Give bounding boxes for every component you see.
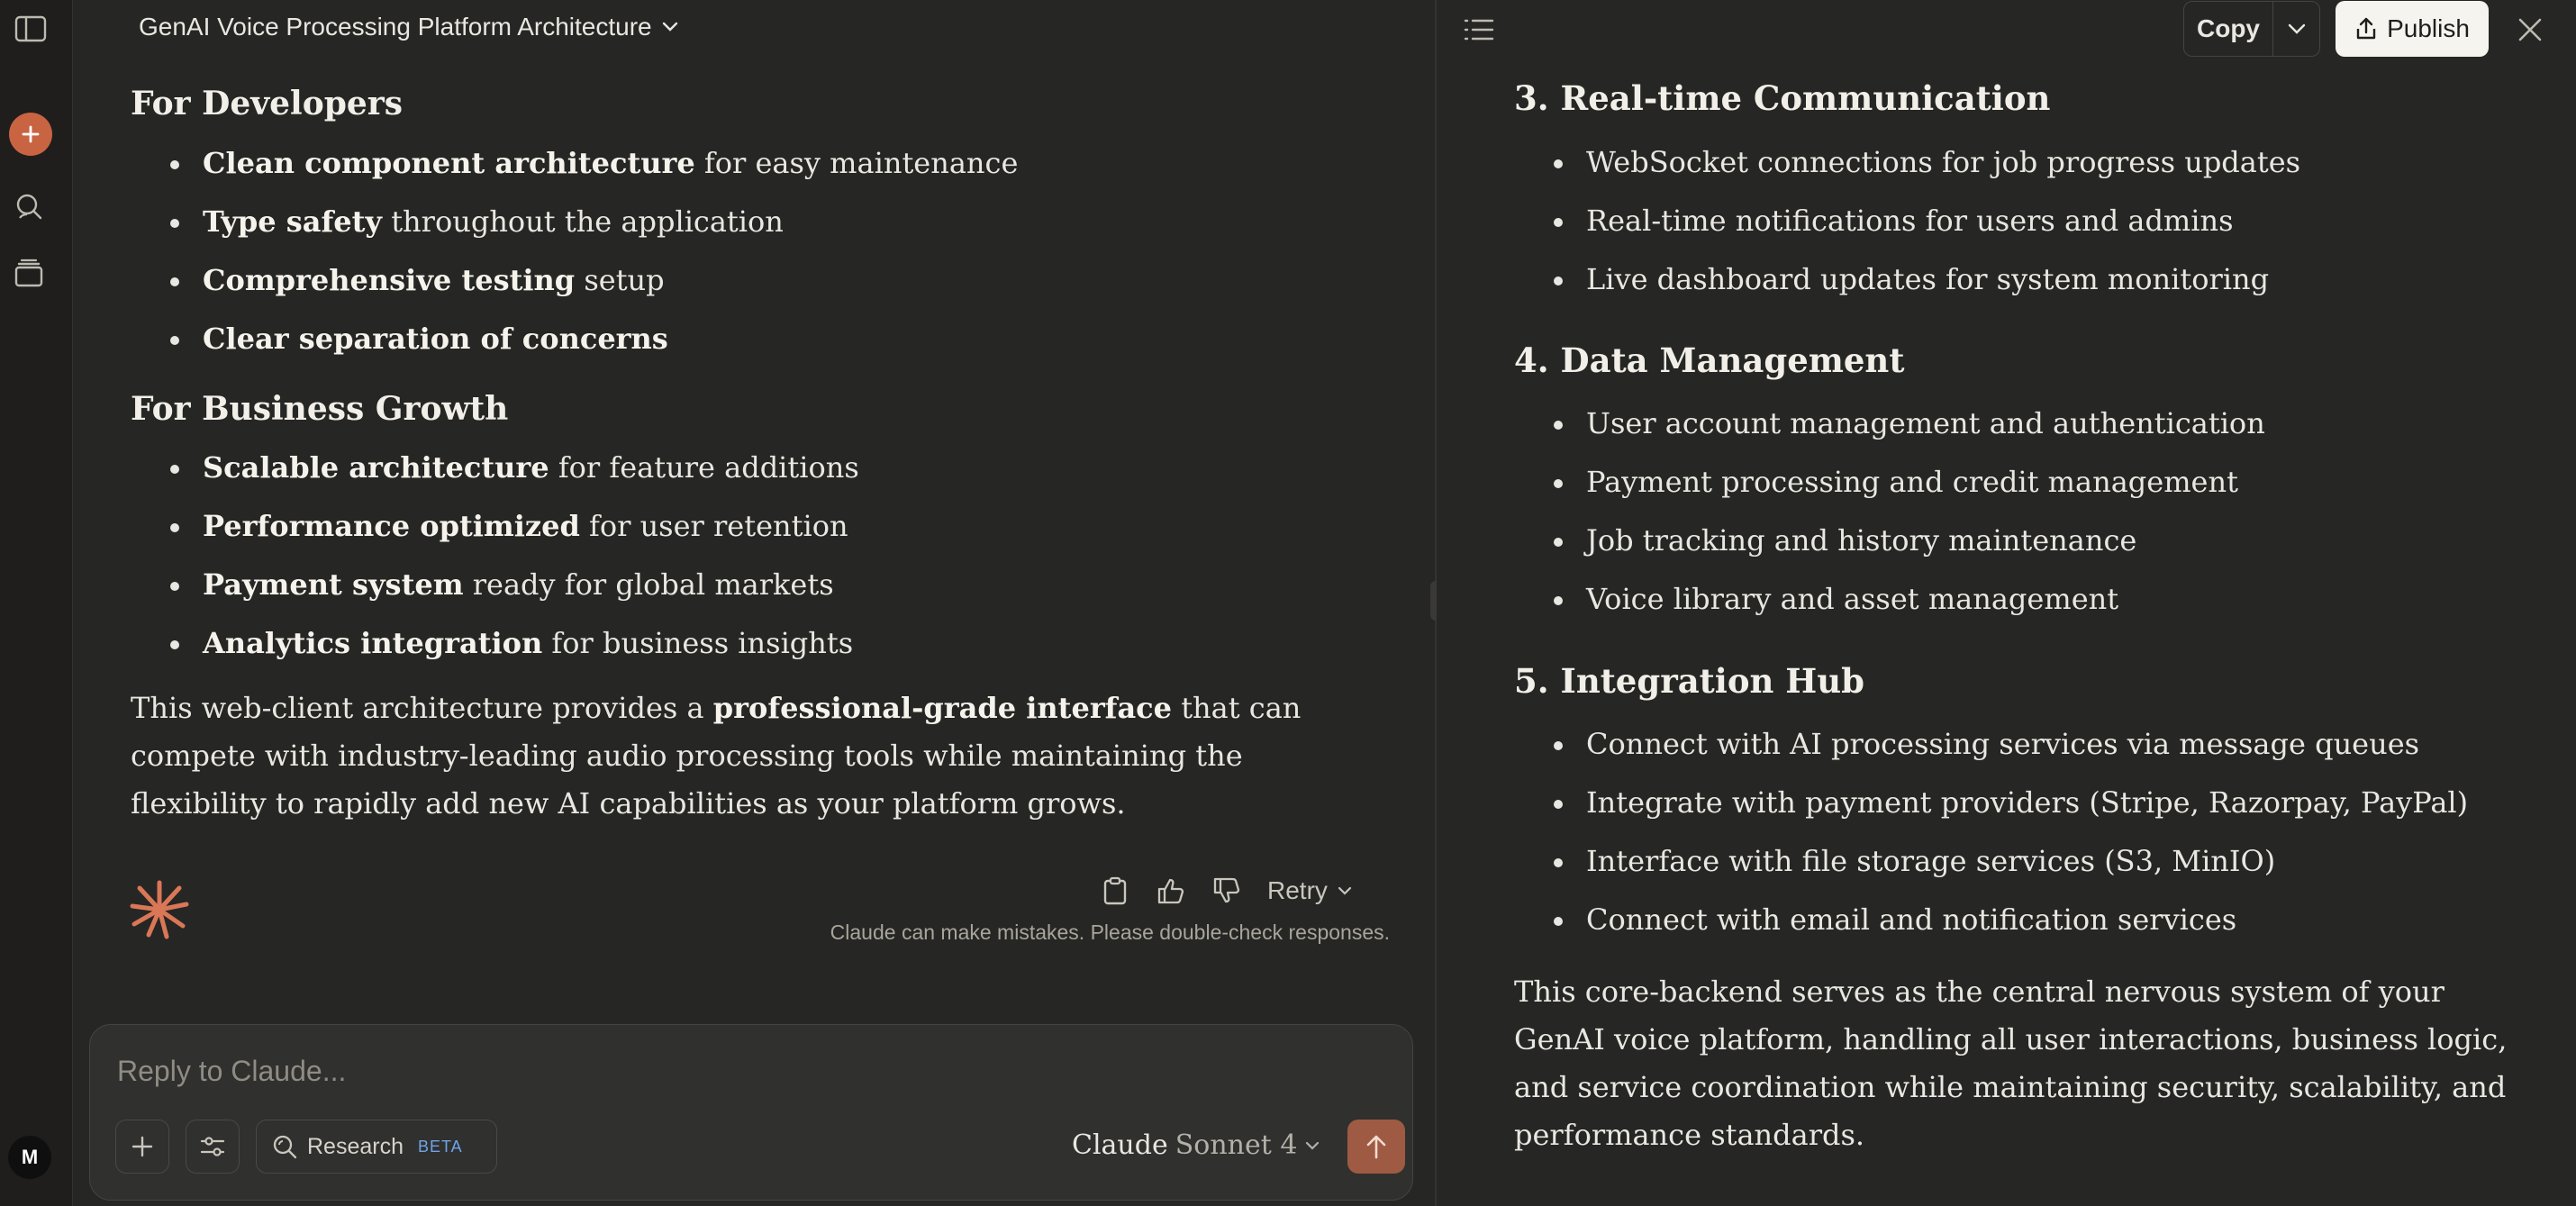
list-item: Live dashboard updates for system monito… <box>1550 250 2300 309</box>
projects-button[interactable] <box>4 249 54 299</box>
integration-hub-list: Connect with AI processing services via … <box>1550 715 2468 949</box>
left-sidebar: M <box>0 0 73 1206</box>
list-item: Performance optimized for user retention <box>167 497 859 556</box>
model-selector[interactable]: Claude Sonnet 4 <box>1072 1129 1320 1161</box>
sliders-icon <box>200 1137 225 1156</box>
search-icon <box>16 194 42 220</box>
list-item: Connect with email and notification serv… <box>1550 891 2468 949</box>
send-button[interactable] <box>1347 1120 1405 1174</box>
archive-icon <box>14 258 43 287</box>
list-item: Analytics integration for business insig… <box>167 614 859 673</box>
new-chat-button[interactable] <box>9 113 52 156</box>
list-item: Integrate with payment providers (Stripe… <box>1550 774 2468 832</box>
reply-input[interactable] <box>115 1054 1362 1089</box>
list-item: Comprehensive testing setup <box>167 251 1018 310</box>
section-heading: 5. Integration Hub <box>1514 661 1865 701</box>
arrow-up-icon <box>1366 1135 1386 1159</box>
list-item: Payment system ready for global markets <box>167 556 859 614</box>
claude-spark-icon <box>130 880 189 939</box>
close-icon[interactable] <box>2513 13 2547 47</box>
data-management-list: User account management and authenticati… <box>1550 394 2265 629</box>
plus-icon <box>132 1136 153 1157</box>
chevron-down-icon <box>1338 886 1352 895</box>
section-heading: For Business Growth <box>131 390 509 428</box>
sidebar-toggle-button[interactable] <box>5 4 56 54</box>
model-name: Claude <box>1072 1129 1168 1161</box>
beta-badge: BETA <box>418 1137 463 1156</box>
tools-button[interactable] <box>186 1120 240 1174</box>
list-item: Payment processing and credit management <box>1550 453 2265 512</box>
publish-label: Publish <box>2387 14 2470 42</box>
list-item: Voice library and asset management <box>1550 570 2265 629</box>
conversation-title-button[interactable]: GenAI Voice Processing Platform Architec… <box>139 13 679 41</box>
copy-message-button[interactable] <box>1100 875 1130 906</box>
message-actions: Retry <box>1100 875 1353 906</box>
section-heading: 4. Data Management <box>1514 340 1905 380</box>
copy-button-group: Copy <box>2183 1 2320 57</box>
disclaimer-text: Claude can make mistakes. Please double-… <box>830 920 1390 944</box>
closing-paragraph: This core-backend serves as the central … <box>1514 975 2508 1152</box>
list-item: Scalable architecture for feature additi… <box>167 439 859 497</box>
clipboard-icon <box>1103 876 1127 905</box>
list-item: Clear separation of concerns <box>167 310 1018 368</box>
list-item: Clean component architecture for easy ma… <box>167 134 1018 193</box>
thumbs-down-button[interactable] <box>1211 875 1242 906</box>
user-avatar[interactable]: M <box>8 1136 51 1179</box>
retry-label: Retry <box>1267 876 1328 904</box>
copy-button[interactable]: Copy <box>2184 2 2273 56</box>
thumbs-up-button[interactable] <box>1156 875 1186 906</box>
research-toggle[interactable]: Research BETA <box>256 1120 497 1174</box>
list-item: Type safety throughout the application <box>167 193 1018 251</box>
chevron-down-icon <box>1306 1141 1320 1150</box>
conversation-title: GenAI Voice Processing Platform Architec… <box>139 13 652 41</box>
artifact-panel: Copy Publish 3. Real-time Communication … <box>1437 0 2576 1206</box>
realtime-list: WebSocket connections for job progress u… <box>1550 133 2300 309</box>
chevron-down-icon <box>662 22 677 32</box>
list-item: WebSocket connections for job progress u… <box>1550 133 2300 192</box>
business-benefits-list: Scalable architecture for feature additi… <box>167 439 859 673</box>
chevron-down-icon <box>2288 23 2305 34</box>
thumbs-down-icon <box>1213 877 1240 903</box>
closing-paragraph: This web-client architecture provides a … <box>131 691 1302 821</box>
section-heading: 3. Real-time Communication <box>1514 78 2051 118</box>
chat-panel: GenAI Voice Processing Platform Architec… <box>73 0 1435 1206</box>
plus-icon <box>22 125 40 143</box>
composer: Research BETA Claude Sonnet 4 <box>89 1024 1413 1201</box>
copy-options-button[interactable] <box>2273 2 2319 56</box>
share-icon <box>2356 17 2376 40</box>
search-chats-button[interactable] <box>4 182 54 232</box>
retry-button[interactable]: Retry <box>1267 876 1353 905</box>
publish-button[interactable]: Publish <box>2336 1 2489 57</box>
list-item: Connect with AI processing services via … <box>1550 715 2468 774</box>
add-content-button[interactable] <box>115 1120 169 1174</box>
list-item: User account management and authenticati… <box>1550 394 2265 453</box>
list-item: Real-time notifications for users and ad… <box>1550 192 2300 250</box>
list-item: Job tracking and history maintenance <box>1550 512 2265 570</box>
list-item: Interface with file storage services (S3… <box>1550 832 2468 891</box>
research-label: Research <box>307 1133 404 1159</box>
developer-benefits-list: Clean component architecture for easy ma… <box>167 134 1018 368</box>
model-version: Sonnet 4 <box>1175 1129 1298 1161</box>
thumbs-up-icon <box>1157 878 1184 904</box>
sidebar-toggle-icon <box>14 15 47 42</box>
list-icon[interactable] <box>1462 13 1496 47</box>
section-heading: For Developers <box>131 85 404 122</box>
search-icon <box>273 1135 297 1159</box>
